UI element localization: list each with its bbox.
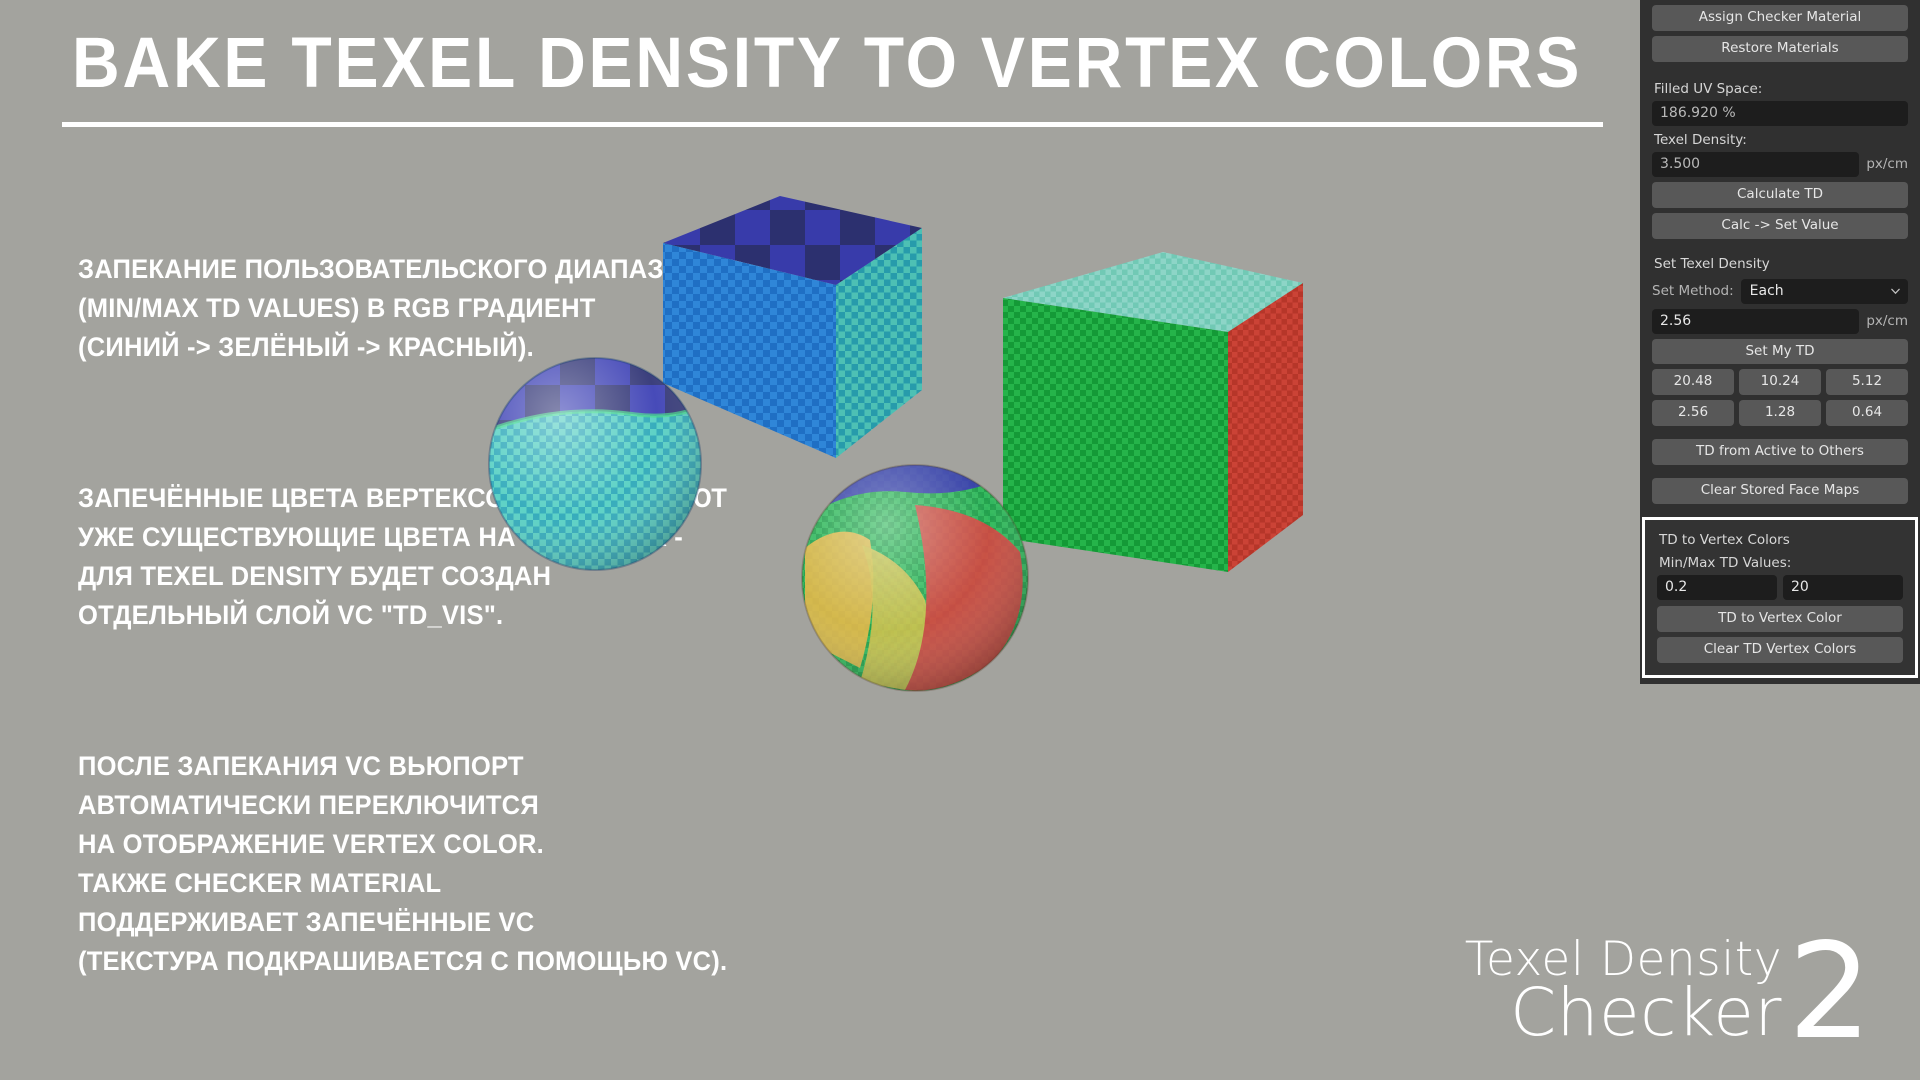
td-preset-button[interactable]: 5.12 <box>1826 369 1908 396</box>
set-method-dropdown[interactable]: Each <box>1740 278 1908 304</box>
clear-stored-face-maps-button[interactable]: Clear Stored Face Maps <box>1652 478 1908 504</box>
cube-green-checker <box>1003 252 1303 572</box>
product-logo: Texel Density Checker 2 <box>1465 915 1872 1070</box>
set-my-td-button[interactable]: Set My TD <box>1652 338 1908 365</box>
paragraph-2: ЗАПЕЧЁННЫЕ ЦВЕТА ВЕРТЕКСОВ НЕ ЗАМЕНЯЮТ У… <box>78 483 728 630</box>
paragraph-1: ЗАПЕКАНИЕ ПОЛЬЗОВАТЕЛЬСКОГО ДИАПАЗОНА TD… <box>78 254 763 362</box>
td-presets-row-1: 20.48 10.24 5.12 <box>1652 369 1908 396</box>
calc-set-value-button[interactable]: Calc -> Set Value <box>1652 212 1908 239</box>
logo-version: 2 <box>1788 915 1872 1070</box>
clear-td-vertex-colors-button[interactable]: Clear TD Vertex Colors <box>1657 636 1903 663</box>
td-preset-button[interactable]: 1.28 <box>1739 400 1821 427</box>
min-max-td-values-label: Min/Max TD Values: <box>1659 554 1792 571</box>
set-value-row: 2.56 px/cm <box>1652 308 1908 334</box>
td-preset-button[interactable]: 10.24 <box>1739 369 1821 396</box>
texel-density-unit: px/cm <box>1866 156 1908 173</box>
td-to-vertex-color-button[interactable]: TD to Vertex Color <box>1657 605 1903 632</box>
td-to-vertex-colors-header: TD to Vertex Colors <box>1659 531 1790 548</box>
logo-line-2: Checker <box>1510 974 1783 1052</box>
set-method-row: Set Method: Each <box>1652 278 1908 304</box>
texel-density-panel: Assign Checker Material Restore Material… <box>1640 0 1920 684</box>
set-value-unit: px/cm <box>1866 313 1908 329</box>
min-max-inputs-row: 0.2 20 <box>1657 574 1903 600</box>
title-divider <box>62 122 1603 127</box>
td-presets-row-2: 2.56 1.28 0.64 <box>1652 400 1908 427</box>
set-texel-density-header: Set Texel Density <box>1654 255 1770 272</box>
texel-density-label: Texel Density: <box>1654 131 1747 148</box>
td-preset-button[interactable]: 0.64 <box>1826 400 1908 427</box>
td-from-active-to-others-button[interactable]: TD from Active to Others <box>1652 439 1908 465</box>
calculate-td-button[interactable]: Calculate TD <box>1652 181 1908 208</box>
paragraph-3: ПОСЛЕ ЗАПЕКАНИЯ VC ВЬЮПОРТ АВТОМАТИЧЕСКИ… <box>78 751 728 976</box>
restore-materials-button[interactable]: Restore Materials <box>1652 35 1908 62</box>
filled-uv-space-value: 186.920 % <box>1652 100 1908 126</box>
set-method-label: Set Method: <box>1652 283 1734 299</box>
td-preset-button[interactable]: 20.48 <box>1652 369 1734 396</box>
page-title: BAKE TEXEL DENSITY TO VERTEX COLORS <box>72 24 1583 103</box>
slide-root: BAKE TEXEL DENSITY TO VERTEX COLORS ЗАПЕ… <box>0 0 1920 1080</box>
min-td-value-input[interactable]: 0.2 <box>1657 574 1777 600</box>
chevron-down-icon <box>1891 288 1900 295</box>
td-to-vertex-colors-section: TD to Vertex Colors Min/Max TD Values: 0… <box>1642 516 1918 678</box>
filled-uv-space-label: Filled UV Space: <box>1654 80 1763 97</box>
set-td-value-input[interactable]: 2.56 <box>1652 308 1860 334</box>
texel-density-value[interactable]: 3.500 <box>1652 151 1860 177</box>
td-preset-button[interactable]: 2.56 <box>1652 400 1734 427</box>
max-td-value-input[interactable]: 20 <box>1783 574 1903 600</box>
texel-density-row: 3.500 px/cm <box>1652 151 1908 177</box>
set-method-value: Each <box>1749 282 1784 299</box>
description-text: ЗАПЕКАНИЕ ПОЛЬЗОВАТЕЛЬСКОГО ДИАПАЗОНА TD… <box>78 172 879 1080</box>
assign-checker-material-button[interactable]: Assign Checker Material <box>1652 5 1908 31</box>
panel-main-section: Assign Checker Material Restore Material… <box>1640 0 1920 517</box>
